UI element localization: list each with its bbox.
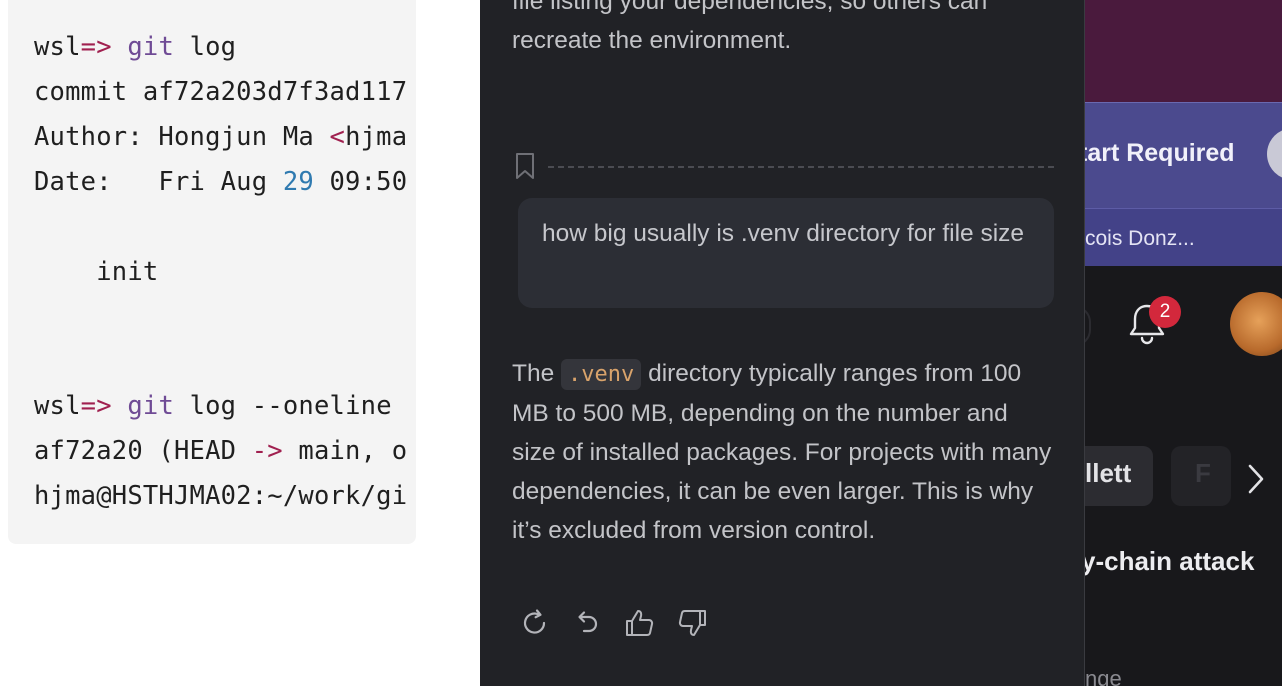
terminal-panel: wsl=> git log commit af72a203d7f3ad117 A…	[0, 0, 480, 686]
app-header-bar	[1085, 0, 1282, 102]
prompt-arrow: =>	[80, 391, 112, 421]
code-line: commit af72a203d7f3ad117	[34, 77, 408, 107]
bookmark-icon[interactable]	[514, 152, 536, 180]
branch-refs: main, o	[282, 436, 408, 466]
date-day: 29	[282, 167, 314, 197]
message-divider	[514, 152, 1054, 182]
thumbs-down-icon	[678, 610, 706, 636]
article-meta: nge	[1085, 666, 1122, 686]
date-time: 09:50	[313, 167, 408, 197]
inline-code: .venv	[561, 359, 642, 390]
code-line: init	[34, 257, 159, 287]
command-keyword: git	[127, 391, 175, 421]
chevron-right-icon[interactable]	[1245, 462, 1267, 496]
regenerate-icon	[523, 609, 546, 634]
thumbs-up-icon	[626, 610, 654, 636]
restart-banner[interactable]: tart Required	[1085, 102, 1282, 209]
author-label: Author: Hongjun Ma	[34, 122, 330, 152]
user-message-bubble: how big usually is .venv directory for f…	[518, 198, 1054, 308]
chat-panel: file listing your dependencies, so other…	[480, 0, 1085, 686]
background-app: tart Required cois Donz... 2 llett F y-c…	[1085, 0, 1282, 686]
notification-badge: 2	[1149, 296, 1181, 328]
prompt-arrow: =>	[80, 32, 112, 62]
answer-text: The	[512, 360, 562, 387]
previous-answer-text: file listing your dependencies, so other…	[512, 0, 988, 54]
thumbs-up-button[interactable]	[622, 604, 658, 644]
user-message-text: how big usually is .venv directory for f…	[542, 220, 1025, 247]
command-args: log	[174, 32, 237, 62]
banner-subtitle-row[interactable]: cois Donz...	[1085, 208, 1282, 267]
code-block: wsl=> git log commit af72a203d7f3ad117 A…	[8, 0, 416, 544]
category-chip-label: llett	[1085, 458, 1132, 488]
prompt-user: wsl	[34, 391, 81, 421]
dashed-divider	[548, 166, 1054, 168]
head-arrow: ->	[251, 436, 283, 466]
code-line: Date: Fri Aug 29 09:50	[34, 167, 407, 197]
code-line: af72a20 (HEAD -> main, o	[34, 436, 407, 466]
code-line: wsl=> git log --oneline	[34, 391, 392, 421]
date-label: Date: Fri Aug	[34, 167, 283, 197]
banner-title: tart Required	[1085, 139, 1235, 167]
assistant-answer: The .venv directory typically ranges fro…	[512, 354, 1052, 550]
command-args: log --oneline	[174, 391, 392, 421]
banner-subtitle: cois Donz...	[1085, 227, 1195, 250]
regenerate-button[interactable]	[518, 604, 554, 644]
oneline-hash: af72a20 (HEAD	[34, 436, 252, 466]
command-keyword: git	[127, 32, 175, 62]
thumbs-down-button[interactable]	[674, 604, 710, 644]
author-email: hjma	[345, 122, 408, 152]
code-line: hjma@HSTHJMA02:~/work/gi	[34, 481, 408, 511]
category-chip-label: F	[1195, 458, 1211, 488]
code-line: wsl=> git log	[34, 32, 236, 62]
prompt-user: wsl	[34, 32, 81, 62]
undo-icon	[578, 611, 598, 633]
article-headline[interactable]: y-chain attack	[1085, 546, 1254, 577]
email-bracket: <	[329, 122, 346, 152]
code-line: Author: Hongjun Ma <hjma	[34, 122, 407, 152]
undo-button[interactable]	[570, 604, 606, 644]
